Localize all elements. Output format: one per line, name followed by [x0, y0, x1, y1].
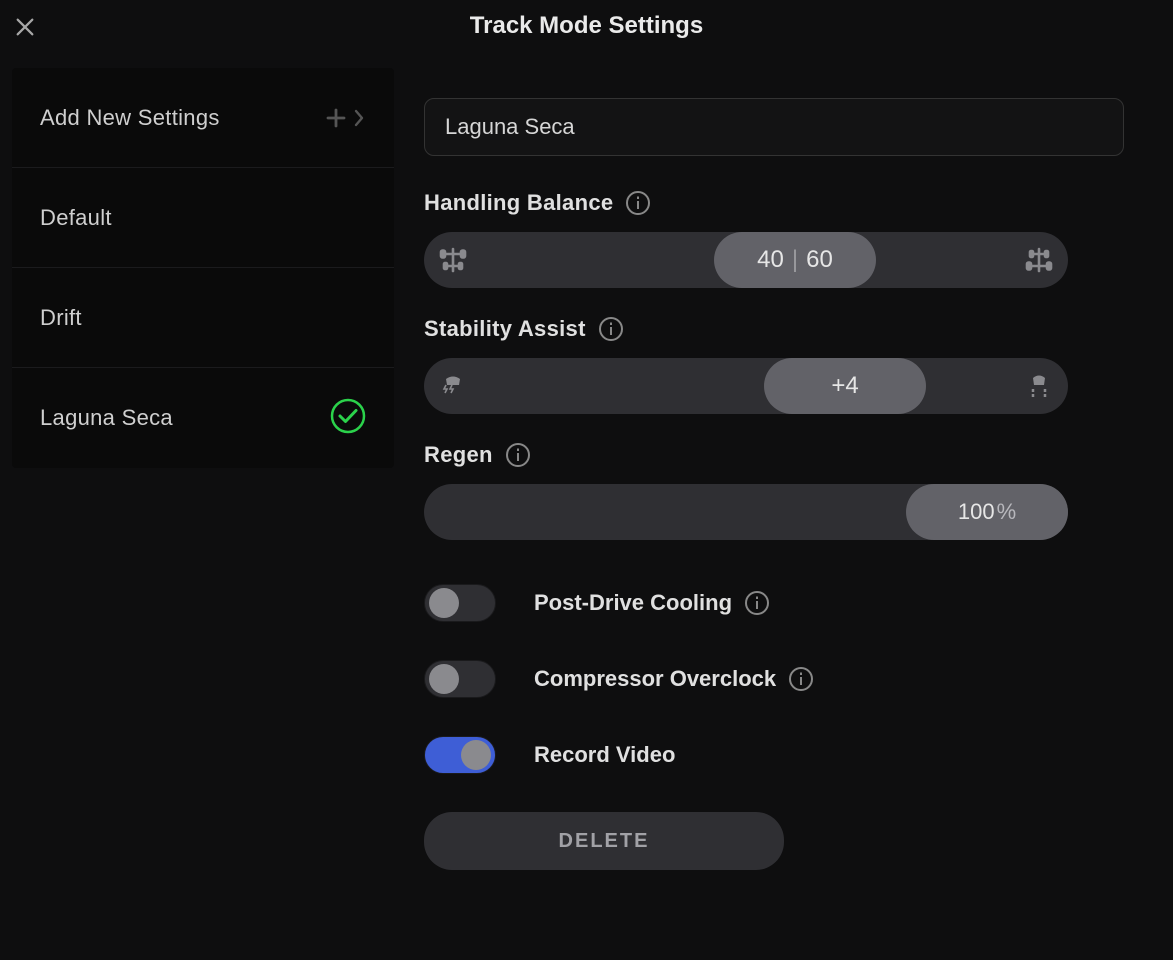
record-video-row: Record Video	[424, 736, 1124, 774]
regen-unit: %	[997, 499, 1017, 525]
delete-button[interactable]: DELETE	[424, 812, 784, 870]
add-icons	[324, 106, 366, 130]
sidebar-item-drift[interactable]: Drift	[12, 268, 394, 368]
post-drive-cooling-row: Post-Drive Cooling	[424, 584, 1124, 622]
record-video-label: Record Video	[534, 742, 675, 768]
info-icon[interactable]	[744, 590, 770, 616]
front-axle-icon	[438, 245, 468, 275]
car-skid-icon	[438, 371, 468, 401]
profiles-sidebar: Add New Settings Default Drift Laguna Se…	[12, 68, 394, 468]
info-icon[interactable]	[505, 442, 531, 468]
car-straight-icon	[1024, 371, 1054, 401]
regen-section: Regen 100%	[424, 442, 1124, 540]
compressor-overclock-row: Compressor Overclock	[424, 660, 1124, 698]
sidebar-item-label: Drift	[40, 305, 82, 331]
chevron-right-icon	[352, 109, 366, 127]
stability-assist-slider[interactable]: +4	[424, 358, 1068, 414]
sidebar-item-label: Default	[40, 205, 112, 231]
info-icon[interactable]	[788, 666, 814, 692]
handling-balance-slider[interactable]: 40 | 60	[424, 232, 1068, 288]
sidebar-add-label: Add New Settings	[40, 105, 220, 131]
regen-thumb[interactable]: 100%	[906, 484, 1068, 540]
post-drive-cooling-label: Post-Drive Cooling	[534, 590, 732, 616]
sidebar-add-new[interactable]: Add New Settings	[12, 68, 394, 168]
handling-balance-thumb[interactable]: 40 | 60	[714, 232, 876, 288]
info-icon[interactable]	[625, 190, 651, 216]
handling-rear-value: 60	[806, 246, 833, 274]
stability-value: +4	[831, 372, 858, 400]
plus-icon	[324, 106, 348, 130]
sidebar-item-label: Laguna Seca	[40, 405, 173, 431]
info-icon[interactable]	[598, 316, 624, 342]
split-separator: |	[792, 246, 798, 274]
stability-assist-label: Stability Assist	[424, 316, 586, 342]
stability-assist-section: Stability Assist +4	[424, 316, 1124, 414]
post-drive-cooling-toggle[interactable]	[424, 584, 496, 622]
sidebar-item-default[interactable]: Default	[12, 168, 394, 268]
stability-assist-thumb[interactable]: +4	[764, 358, 926, 414]
handling-front-value: 40	[757, 246, 784, 274]
regen-value: 100	[958, 499, 995, 525]
record-video-toggle[interactable]	[424, 736, 496, 774]
regen-slider[interactable]: 100%	[424, 484, 1068, 540]
regen-label: Regen	[424, 442, 493, 468]
handling-balance-label: Handling Balance	[424, 190, 613, 216]
delete-label: DELETE	[559, 830, 650, 853]
profile-name-input[interactable]	[424, 98, 1124, 156]
sidebar-item-laguna-seca[interactable]: Laguna Seca	[12, 368, 394, 468]
rear-axle-icon	[1024, 245, 1054, 275]
page-title: Track Mode Settings	[0, 12, 1173, 40]
settings-panel: Handling Balance	[424, 98, 1124, 870]
handling-balance-section: Handling Balance	[424, 190, 1124, 288]
compressor-overclock-toggle[interactable]	[424, 660, 496, 698]
compressor-overclock-label: Compressor Overclock	[534, 666, 776, 692]
checkmark-icon	[330, 398, 366, 439]
